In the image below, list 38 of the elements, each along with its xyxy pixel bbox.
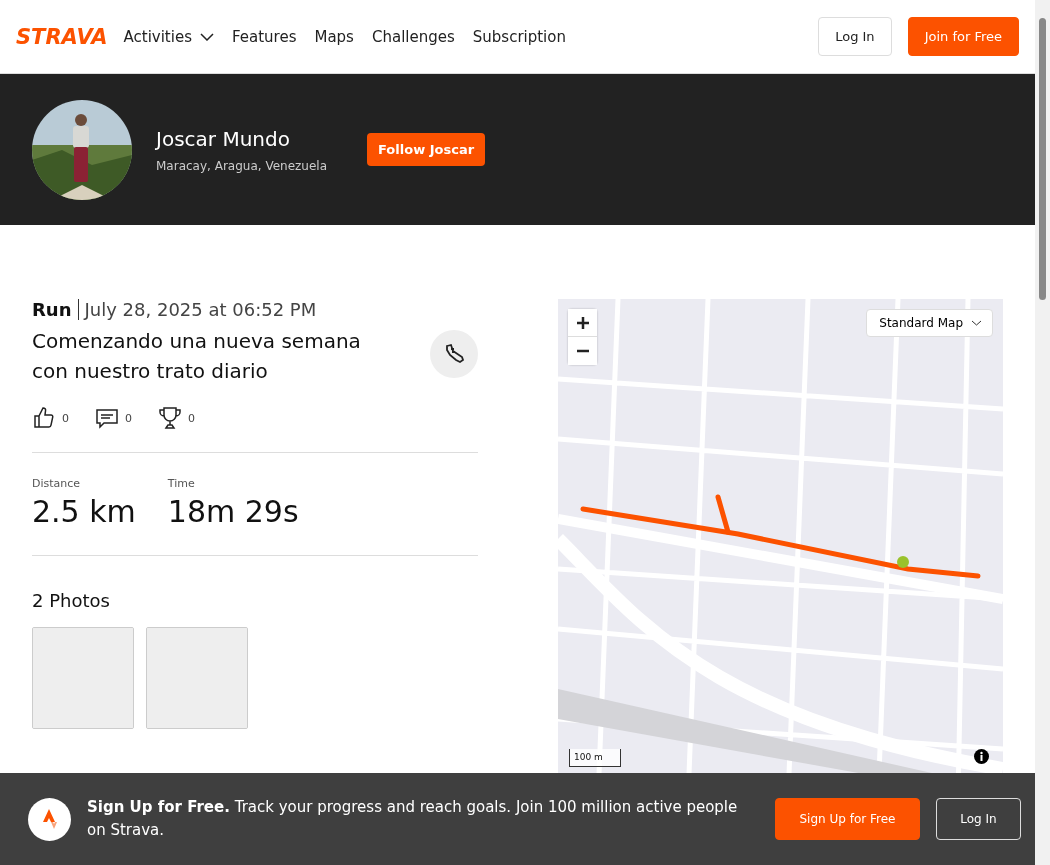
shoe-button[interactable] bbox=[430, 330, 478, 378]
activity-date: July 28, 2025 at 06:52 PM bbox=[84, 299, 317, 320]
nav-link[interactable]: Activities bbox=[123, 27, 214, 46]
activity-title: Comenzando una nueva semana con nuestro trato diario bbox=[32, 328, 362, 385]
photo-thumbnail[interactable] bbox=[146, 627, 248, 729]
sport-type: Run bbox=[32, 299, 79, 320]
strava-logo-icon bbox=[28, 797, 71, 841]
chevron-down-icon bbox=[971, 320, 982, 326]
signup-message: Sign Up for Free. Track your progress and reach goals. Join 100 million active people on Strava. bbox=[87, 797, 739, 841]
scrollbar[interactable] bbox=[1035, 0, 1050, 865]
social-count: 0 bbox=[125, 411, 132, 425]
nav-link[interactable]: Subscription bbox=[472, 27, 566, 46]
stat-value: 18m 29s bbox=[167, 494, 299, 529]
stat-label: Time bbox=[167, 477, 196, 490]
nav-link[interactable]: Challenges bbox=[371, 27, 455, 46]
map-style-dropdown[interactable]: Standard Map bbox=[866, 309, 993, 337]
minus-icon bbox=[576, 349, 589, 353]
comment-icon[interactable] bbox=[95, 406, 119, 430]
login-button[interactable]: Log In bbox=[936, 798, 1021, 840]
athlete-location: Maracay, Aragua, Venezuela bbox=[156, 158, 327, 173]
nav-link[interactable]: Features bbox=[231, 27, 297, 46]
map-scale: 100 m bbox=[569, 749, 621, 767]
zoom-in-button[interactable] bbox=[568, 309, 597, 337]
social-count: 0 bbox=[188, 411, 195, 425]
nav-link[interactable]: Maps bbox=[314, 27, 354, 46]
stat-value: 2.5 km bbox=[32, 494, 136, 529]
stat-label: Distance bbox=[32, 477, 82, 490]
plus-icon bbox=[576, 316, 589, 329]
trophy-icon[interactable] bbox=[158, 406, 182, 430]
scrollbar-thumb[interactable] bbox=[1039, 18, 1046, 300]
photos-heading: 2 Photos bbox=[32, 590, 111, 611]
athlete-name[interactable]: Joscar Mundo bbox=[156, 126, 327, 151]
login-button[interactable]: Log In bbox=[818, 17, 892, 56]
zoom-out-button[interactable] bbox=[568, 337, 597, 365]
thumbs-up-icon[interactable] bbox=[32, 406, 56, 430]
social-count: 0 bbox=[62, 411, 69, 425]
info-icon[interactable] bbox=[974, 749, 989, 764]
photo-thumbnail[interactable] bbox=[32, 627, 134, 729]
